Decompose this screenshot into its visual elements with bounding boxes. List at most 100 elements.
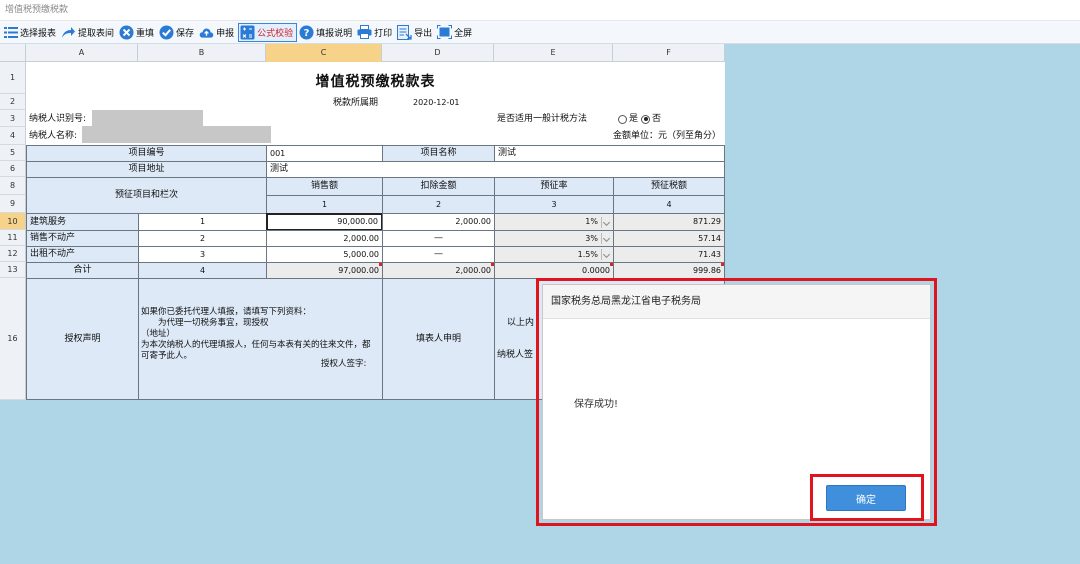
taxpayer-id-redacted [92, 110, 203, 127]
total-row-line: 4 [138, 262, 267, 279]
extract-button[interactable]: 提取表间 [60, 23, 117, 42]
dialog-title: 国家税务总局黑龙江省电子税务局 [543, 285, 930, 319]
amount-unit: 金额单位：元（列至角分） [613, 130, 722, 141]
row-header-1[interactable]: 1 [0, 62, 26, 94]
row-sale-property-deduct: — [382, 230, 495, 247]
row-sale-property-name: 销售不动产 [26, 230, 139, 247]
row-sale-property-rate-value: 3% [585, 233, 598, 243]
save-button[interactable]: 保存 [158, 23, 197, 42]
project-code-label: 项目编号 [26, 145, 267, 162]
row-sale-property-sales-input[interactable]: 2,000.00 [266, 230, 383, 247]
radio-yes[interactable] [618, 114, 627, 124]
project-address-value[interactable]: 测试 [266, 161, 725, 178]
export-icon [397, 24, 412, 40]
general-method-radio-group: 是 否 [612, 112, 664, 126]
row-header-16[interactable]: 16 [0, 278, 26, 400]
validation-marker [379, 263, 382, 266]
period-label: 税款所属期 [333, 97, 379, 108]
row-header-4[interactable]: 4 [0, 127, 26, 145]
ok-button[interactable]: 确定 [826, 485, 906, 511]
fullscreen-button[interactable]: 全屏 [436, 23, 475, 42]
validation-marker [610, 263, 613, 266]
column-header-bar: A B C D E F [0, 44, 725, 62]
row-building-sales-input[interactable]: 90,000.00 [266, 213, 383, 231]
fill-instructions-button[interactable]: ? 填报说明 [298, 23, 355, 42]
column-header-a[interactable]: A [26, 44, 138, 62]
total-row-sales: 97,000.00 [266, 262, 383, 279]
row-building-rate-select[interactable]: 1% [494, 213, 614, 231]
period-value: 2020-12-01 [413, 98, 460, 108]
auth-declaration-label: 授权声明 [26, 278, 139, 400]
column-header-e[interactable]: E [494, 44, 613, 62]
row-header-6[interactable]: 6 [0, 161, 26, 177]
taxpayer-id-label: 纳税人识别号: [29, 113, 87, 124]
project-name-value[interactable]: 测试 [494, 145, 725, 162]
validation-marker [491, 263, 494, 266]
window-title: 增值税预缴税款 [0, 0, 1080, 21]
project-code-value[interactable]: 001 [266, 145, 383, 162]
taxpayer-name-redacted [82, 126, 271, 143]
corner-cell[interactable] [0, 44, 26, 62]
auth-declaration-text: 如果你已委托代理人填报，请填写下列资料： 为代理一切税务事宜，现授权 （地址） … [138, 278, 383, 400]
row-rent-property-rate-value: 1.5% [577, 249, 598, 259]
form-title: 增值税预缴税款表 [315, 74, 436, 90]
sales-column-header: 销售额 [266, 177, 383, 196]
row-header-12[interactable]: 12 [0, 246, 26, 262]
column-header-c[interactable]: C [266, 44, 382, 62]
general-method-label: 是否适用一般计税方法 [497, 113, 588, 124]
refill-button[interactable]: 重填 [118, 23, 157, 42]
row-rent-property-rate-select[interactable]: 1.5% [494, 246, 614, 263]
help-circle-icon: ? [299, 25, 314, 40]
declare-label: 申报 [216, 28, 235, 39]
taxpayer-name-label: 纳税人名称: [29, 130, 78, 141]
row-header-13[interactable]: 13 [0, 262, 26, 278]
total-row-name: 合计 [26, 262, 139, 279]
cloud-upload-icon [199, 25, 214, 40]
select-report-label: 选择报表 [20, 28, 57, 39]
column-header-d[interactable]: D [382, 44, 494, 62]
row-header-10[interactable]: 10 [0, 213, 26, 230]
row-rent-property-tax: 71.43 [613, 246, 725, 263]
refill-label: 重填 [136, 28, 155, 39]
row-header-2[interactable]: 2 [0, 94, 26, 110]
row-building-line: 1 [138, 213, 267, 231]
radio-no-label: 否 [652, 113, 662, 124]
column-header-f[interactable]: F [613, 44, 725, 62]
export-button[interactable]: 导出 [396, 23, 435, 42]
extract-label: 提取表间 [78, 28, 115, 39]
project-name-label: 项目名称 [382, 145, 495, 162]
row-sale-property-rate-select[interactable]: 3% [494, 230, 614, 247]
radio-no[interactable] [641, 114, 651, 124]
fullscreen-label: 全屏 [454, 28, 473, 39]
rate-column-number: 3 [494, 195, 614, 214]
item-column-header: 预征项目和栏次 [26, 177, 267, 214]
list-icon [3, 25, 18, 40]
filler-declaration-label: 填表人申明 [382, 278, 495, 400]
declare-button[interactable]: 申报 [198, 23, 237, 42]
row-building-deduct-input[interactable]: 2,000.00 [382, 213, 495, 231]
auth-signature-label: 授权人签字: [321, 359, 367, 370]
fill-instructions-label: 填报说明 [316, 28, 353, 39]
check-circle-icon [159, 25, 174, 40]
svg-text:?: ? [304, 28, 310, 39]
row-header-3[interactable]: 3 [0, 110, 26, 127]
fullscreen-icon [437, 25, 453, 40]
select-report-button[interactable]: 选择报表 [2, 23, 59, 42]
row-rent-property-name: 出租不动产 [26, 246, 139, 263]
row-header-5[interactable]: 5 [0, 145, 26, 161]
share-arrow-icon [61, 25, 76, 40]
print-button[interactable]: 打印 [356, 23, 395, 42]
column-header-b[interactable]: B [138, 44, 266, 62]
chevron-down-icon [601, 249, 610, 260]
row-rent-property-deduct: — [382, 246, 495, 263]
close-circle-icon [119, 25, 134, 40]
row-header-9[interactable]: 9 [0, 195, 26, 213]
total-row-tax: 999.86 [613, 262, 725, 279]
row-rent-property-sales-input[interactable]: 5,000.00 [266, 246, 383, 263]
row-rent-property-line: 3 [138, 246, 267, 263]
row-header-11[interactable]: 11 [0, 230, 26, 246]
row-header-8[interactable]: 8 [0, 177, 26, 195]
formula-check-button[interactable]: 公式校验 [238, 22, 298, 42]
validation-marker [721, 263, 724, 266]
export-label: 导出 [414, 28, 433, 39]
